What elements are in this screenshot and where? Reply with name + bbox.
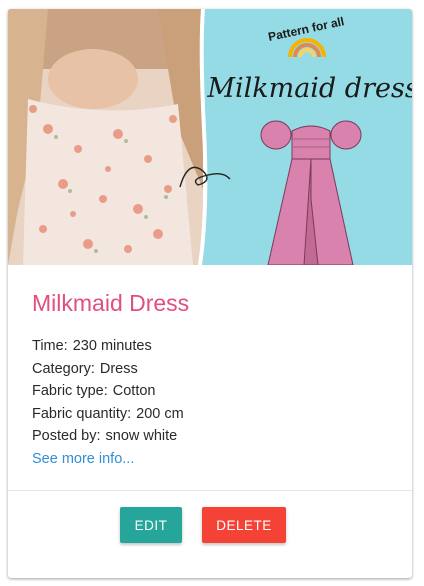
field-value: Cotton — [112, 383, 156, 399]
field-value: 230 minutes — [72, 338, 152, 354]
field-label: Category: — [32, 360, 95, 377]
model-photo — [8, 9, 203, 265]
card-divider — [8, 490, 412, 491]
pattern-title: Milkmaid Dress — [32, 290, 190, 316]
info-fabric-type: Fabric type: Cotton — [32, 380, 392, 403]
pattern-card: Pattern for all Milkmaid dress Milkmaid … — [8, 9, 412, 578]
pattern-image: Pattern for all Milkmaid dress — [8, 9, 412, 265]
info-fabric-quantity: Fabric quantity: 200 cm — [32, 403, 392, 426]
info-category: Category: Dress — [32, 358, 392, 381]
info-posted-by: Posted by: snow white — [32, 425, 392, 448]
field-value: snow white — [105, 428, 178, 444]
pattern-script-title: Milkmaid dress — [206, 73, 412, 104]
field-label: Fabric quantity: — [32, 405, 132, 422]
field-value: 200 cm — [136, 405, 184, 422]
field-label: Time: — [32, 338, 68, 354]
see-more-link[interactable]: See more info... — [32, 448, 134, 470]
field-label: Fabric type: — [32, 383, 108, 399]
info-time: Time: 230 minutes — [32, 335, 392, 358]
field-value: Dress — [99, 360, 138, 377]
field-label: Posted by: — [32, 428, 101, 444]
pattern-illustration — [179, 9, 412, 265]
edit-button[interactable]: EDIT — [120, 507, 182, 543]
delete-button[interactable]: DELETE — [202, 507, 286, 543]
